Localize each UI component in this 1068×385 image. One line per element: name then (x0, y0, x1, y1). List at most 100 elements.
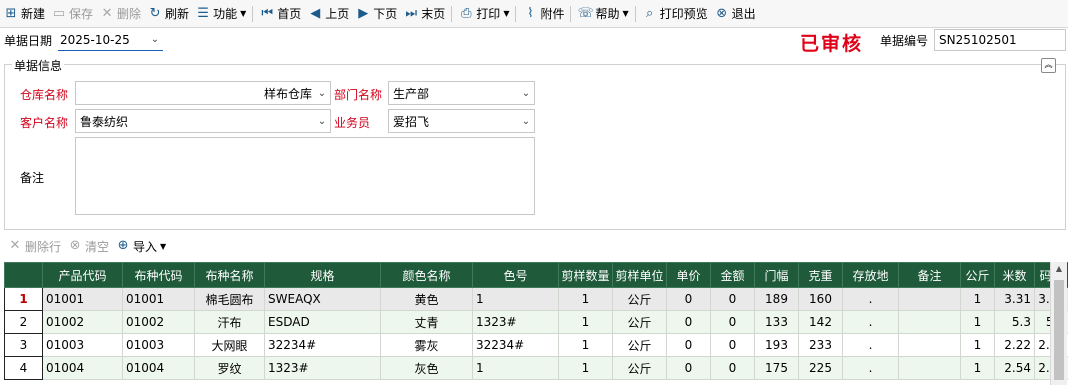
column-header[interactable]: 米数 (994, 262, 1035, 288)
save-button[interactable]: ▭ 保存 (48, 0, 96, 27)
table-cell[interactable]: 丈青 (380, 310, 473, 334)
vertical-scrollbar[interactable]: ▲ (1050, 262, 1067, 385)
delete-row-button[interactable]: ✕ 删除行 (4, 236, 64, 256)
table-cell[interactable]: 32234# (472, 333, 559, 357)
table-cell[interactable] (898, 287, 961, 311)
column-header[interactable]: 剪样单位 (612, 262, 667, 288)
table-cell[interactable]: SWEAQX (264, 287, 381, 311)
table-row[interactable]: 3 01003 01003 大网眼 32234# 雾灰 32234# 1 公斤 0 0 193 233.… (4, 333, 1068, 357)
table-cell[interactable]: 雾灰 (380, 333, 473, 357)
table-cell[interactable]: 01003 (122, 333, 195, 357)
table-cell[interactable]: 133 (754, 310, 799, 334)
table-cell[interactable]: 汗布 (194, 310, 265, 334)
table-cell[interactable]: 01001 (42, 287, 123, 311)
chevron-down-icon[interactable]: ⌄ (314, 88, 330, 99)
prev-button[interactable]: ◀ 上页 (304, 0, 352, 27)
table-cell[interactable]: 193 (754, 333, 799, 357)
table-cell[interactable]: ESDAD (264, 310, 381, 334)
table-cell[interactable]: 1 (558, 310, 613, 334)
table-cell[interactable]: 01004 (42, 356, 123, 380)
table-cell[interactable]: 黄色 (380, 287, 473, 311)
print-preview-button[interactable]: ⌕ 打印预览 (639, 0, 711, 27)
table-cell[interactable]: . (842, 356, 899, 380)
column-header[interactable]: 公斤 (960, 262, 995, 288)
column-header[interactable]: 克重 (798, 262, 843, 288)
customer-select[interactable]: 鲁泰纺织 ⌄ (75, 109, 331, 133)
table-cell[interactable]: 2.54 (994, 356, 1035, 380)
table-cell[interactable]: 罗纹 (194, 356, 265, 380)
refresh-button[interactable]: ↻ 刷新 (144, 0, 192, 27)
column-header[interactable]: 色号 (472, 262, 559, 288)
column-header[interactable]: 布种名称 (194, 262, 265, 288)
table-cell[interactable]: 1 (558, 356, 613, 380)
chevron-down-icon[interactable]: ⌄ (314, 116, 330, 127)
sales-select[interactable]: 爱招飞 ⌄ (388, 109, 535, 133)
column-header[interactable]: 颜色名称 (380, 262, 473, 288)
print-button[interactable]: ⎙ 打印 ▼ (455, 0, 512, 27)
new-button[interactable]: ⊞ 新建 (0, 0, 48, 27)
table-cell[interactable]: 灰色 (380, 356, 473, 380)
first-button[interactable]: ⏮ 首页 (256, 0, 304, 27)
help-button[interactable]: ☏ 帮助 ▼ (574, 0, 631, 27)
table-cell[interactable]: 01003 (42, 333, 123, 357)
table-cell[interactable] (898, 310, 961, 334)
row-number-cell[interactable]: 2 (4, 310, 43, 334)
chevron-down-icon[interactable]: ⌄ (147, 34, 163, 45)
column-header[interactable]: 门幅 (754, 262, 799, 288)
column-header[interactable]: 备注 (898, 262, 961, 288)
table-cell[interactable]: 0 (710, 356, 755, 380)
scroll-thumb[interactable] (1054, 280, 1064, 380)
exit-button[interactable]: ⊗ 退出 (711, 0, 759, 27)
column-header[interactable]: 规格 (264, 262, 381, 288)
table-cell[interactable]: 3.31 (994, 287, 1035, 311)
last-button[interactable]: ⏭ 末页 (400, 0, 448, 27)
delete-button[interactable]: ✕ 删除 (96, 0, 144, 27)
scroll-up-icon[interactable]: ▲ (1051, 262, 1067, 276)
date-picker[interactable]: 2025-10-25 ⌄ (58, 29, 163, 51)
collapse-icon[interactable]: ︽ (1041, 58, 1056, 73)
table-cell[interactable]: 01002 (122, 310, 195, 334)
column-header[interactable]: 剪样数量 (558, 262, 613, 288)
column-header[interactable]: 金额 (710, 262, 755, 288)
table-cell[interactable]: 棉毛圆布 (194, 287, 265, 311)
table-cell[interactable]: 0 (710, 333, 755, 357)
table-cell[interactable]: . (842, 310, 899, 334)
table-cell[interactable]: 1 (960, 287, 995, 311)
table-cell[interactable]: 01002 (42, 310, 123, 334)
table-cell[interactable]: . (842, 333, 899, 357)
function-button[interactable]: ☰ 功能 ▼ (192, 0, 249, 27)
row-number-cell[interactable]: 3 (4, 333, 43, 357)
table-cell[interactable]: 1323# (264, 356, 381, 380)
table-cell[interactable]: 1 (960, 333, 995, 357)
table-cell[interactable]: 1 (558, 287, 613, 311)
table-cell[interactable]: 公斤 (612, 287, 667, 311)
table-cell[interactable]: 175 (754, 356, 799, 380)
table-cell[interactable]: 32234# (264, 333, 381, 357)
docno-field[interactable]: SN25102501 (934, 29, 1066, 51)
chevron-down-icon[interactable]: ⌄ (518, 88, 534, 99)
table-cell[interactable]: 公斤 (612, 356, 667, 380)
table-cell[interactable]: 0 (666, 310, 711, 334)
dept-select[interactable]: 生产部 ⌄ (388, 81, 535, 105)
table-cell[interactable]: 1 (472, 356, 559, 380)
table-cell[interactable]: 0 (666, 333, 711, 357)
table-cell[interactable] (898, 356, 961, 380)
column-header[interactable]: 布种代码 (122, 262, 195, 288)
table-cell[interactable]: 1 (558, 333, 613, 357)
remark-textarea[interactable] (75, 137, 535, 215)
column-header[interactable] (4, 262, 43, 288)
table-cell[interactable]: 0 (710, 310, 755, 334)
table-cell[interactable]: 1323# (472, 310, 559, 334)
warehouse-select[interactable]: 样布仓库 ⌄ (75, 81, 331, 105)
row-number-cell[interactable]: 1 (4, 287, 43, 311)
table-cell[interactable] (898, 333, 961, 357)
table-row[interactable]: 2 01002 01002 汗布 ESDAD 丈青 1323# 1 公斤 0 0 133 142. 1 5.… (4, 310, 1068, 334)
table-row[interactable]: 40100401004罗纹1323#灰色11公斤00175225.12.542.… (4, 356, 1068, 380)
import-button[interactable]: ⊕ 导入 ▼ (112, 236, 169, 256)
clear-button[interactable]: ⊗ 清空 (64, 236, 112, 256)
table-cell[interactable]: 0 (710, 287, 755, 311)
table-cell[interactable]: 160 (798, 287, 843, 311)
table-cell[interactable]: 189 (754, 287, 799, 311)
table-cell[interactable]: 01001 (122, 287, 195, 311)
table-cell[interactable]: 大网眼 (194, 333, 265, 357)
